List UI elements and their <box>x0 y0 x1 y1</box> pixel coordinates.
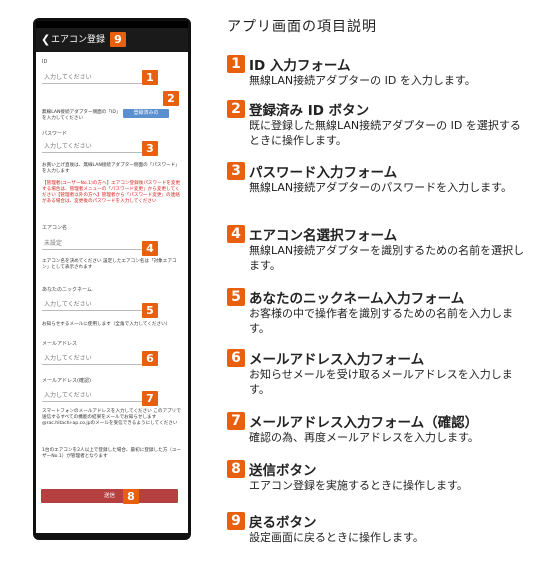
aircon-label: エアコン名 <box>42 225 68 231</box>
email-note: スマートフォンのメールアドレスを入力してください このアプリで送信するすべての機… <box>42 409 181 426</box>
email-input[interactable]: 入力してください <box>42 352 154 365</box>
status-bar <box>36 21 188 28</box>
callout-badge-7: 7 <box>142 391 158 406</box>
registered-id-button[interactable]: 登録済みの <box>123 109 169 118</box>
item-title: あなたのニックネーム入力フォーム <box>249 291 465 307</box>
item-title: エアコン名選択フォーム <box>249 228 398 244</box>
email-confirm-input[interactable]: 入力してください <box>42 389 154 402</box>
item-title: 戻るボタン <box>249 515 317 531</box>
password-label: パスワード <box>42 131 68 137</box>
item-title: パスワード入力フォーム <box>249 165 398 181</box>
item-number: 3 <box>227 162 245 180</box>
item-title: ID 入力フォーム <box>249 58 351 74</box>
id-input[interactable]: 入力してください <box>42 71 154 84</box>
item-title: メールアドレス入力フォーム（確認） <box>249 415 479 431</box>
item-description: お知らせメールを受け取るメールアドレスを入力します。 <box>249 368 513 396</box>
nickname-input[interactable]: 入力してください <box>42 298 154 311</box>
password-note: お買い上げ直後は、無線LAN接続アダプター側面の「パスワード」を入力します <box>42 163 180 174</box>
callout-badge-8: 8 <box>123 489 139 504</box>
password-input[interactable]: 入力してください <box>42 140 154 153</box>
send-button[interactable]: 送信 <box>41 489 178 503</box>
item-description: エアコン登録を実施するときに操作します。 <box>249 479 468 492</box>
item-number: 9 <box>227 512 245 530</box>
item-number: 8 <box>227 460 245 478</box>
callout-badge-9: 9 <box>110 32 126 47</box>
item-description: 無線LAN接続アダプターの ID を入力します。 <box>249 74 476 87</box>
first-user-note: 1台のエアコンを2人以上で登録した場合、最初に登録した方（ユーザーNo.1）が管… <box>42 448 182 459</box>
item-title: メールアドレス入力フォーム <box>249 352 425 368</box>
aircon-select[interactable]: 未設定 <box>42 237 154 250</box>
item-number: 5 <box>227 288 245 306</box>
item-number: 6 <box>227 349 245 367</box>
callout-badge-1: 1 <box>142 70 158 85</box>
chevron-left-icon[interactable]: ❮ <box>41 28 50 52</box>
callout-badge-5: 5 <box>142 303 158 318</box>
id-label: ID <box>42 59 48 65</box>
item-description: 確認の為、再度メールアドレスを入力します。 <box>249 431 479 444</box>
callout-badge-3: 3 <box>142 141 158 156</box>
email-confirm-label: メールアドレス(確認) <box>42 378 91 384</box>
nickname-label: あなたのニックネーム <box>42 287 92 293</box>
callout-badge-2: 2 <box>163 91 179 106</box>
item-number: 7 <box>227 412 245 430</box>
page-heading: アプリ画面の項目説明 <box>227 19 377 35</box>
app-screen: ❮ エアコン登録 9 ID 入力してください 1 登録済みの 2 無線LAN接続… <box>36 21 188 533</box>
app-title: エアコン登録 <box>51 35 106 45</box>
admin-note: 【管理者(ユーザーNo.1)の方へ】エアコン登録後パスワードを変更する場合は、管… <box>42 181 181 204</box>
item-title: 送信ボタン <box>249 463 317 479</box>
aircon-note: エアコン名を決めてください 設定したエアコン名は「対象エアコン」として表示されま… <box>42 259 177 270</box>
item-number: 4 <box>227 225 245 243</box>
phone-mockup: ❮ エアコン登録 9 ID 入力してください 1 登録済みの 2 無線LAN接続… <box>33 18 191 540</box>
item-description: お客様の中で操作者を識別するための名前を入力します。 <box>249 307 513 335</box>
callout-badge-4: 4 <box>142 241 158 256</box>
item-number: 2 <box>227 100 245 118</box>
item-description: 既に登録した無線LAN接続アダプターの ID を選択するときに操作します。 <box>249 119 521 147</box>
item-title: 登録済み ID ボタン <box>249 103 370 119</box>
item-description: 設定画面に戻るときに操作します。 <box>249 531 424 544</box>
nickname-note: お知らせするメールに使用します（全角で入力してください） <box>42 322 171 327</box>
callout-badge-6: 6 <box>142 351 158 366</box>
id-note: 無線LAN接続アダプター側面の「ID」を入力してください <box>42 110 121 121</box>
item-number: 1 <box>227 55 245 73</box>
item-description: 無線LAN接続アダプターを識別するための名前を選択します。 <box>249 244 525 272</box>
email-label: メールアドレス <box>42 341 78 347</box>
item-description: 無線LAN接続アダプターのパスワードを入力します。 <box>249 181 513 194</box>
